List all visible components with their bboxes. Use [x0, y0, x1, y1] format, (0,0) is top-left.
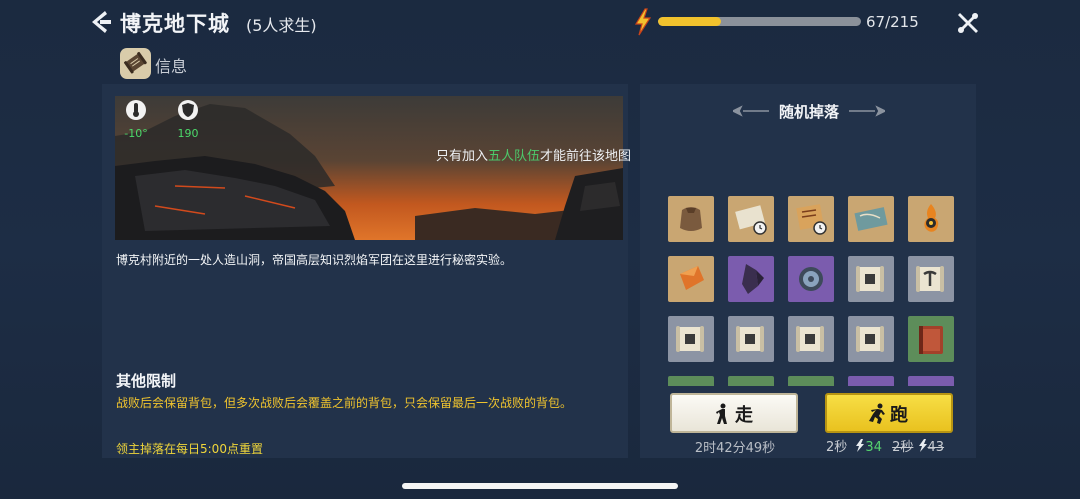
red-book-icon — [919, 326, 943, 354]
drop-item[interactable] — [848, 376, 894, 386]
gear-disc-icon — [799, 267, 823, 291]
recipe-scroll-icon — [856, 266, 884, 292]
flame-amulet-icon — [924, 204, 939, 232]
walk-label: 走 — [735, 405, 753, 426]
thermometer-icon — [126, 100, 146, 120]
notice-prefix: 只有加入 — [436, 149, 489, 164]
energy-bar-fill — [658, 17, 722, 26]
title-ornament-right-icon — [849, 105, 885, 117]
back-arrow-icon[interactable] — [88, 9, 112, 35]
recipe-scroll-icon — [796, 326, 824, 352]
run-button[interactable]: 跑 — [825, 393, 953, 433]
drop-item[interactable] — [908, 256, 954, 302]
tab-info-label: 信息 — [155, 57, 188, 76]
notice-highlight: 五人队伍 — [488, 149, 541, 164]
amber-crystal-icon — [680, 266, 704, 290]
energy-bolt-icon — [918, 439, 927, 452]
page-title: 博克地下城 — [120, 12, 230, 36]
run-old-duration: 2秒 — [892, 440, 914, 455]
drop-item[interactable] — [848, 256, 894, 302]
drop-item[interactable] — [788, 256, 834, 302]
run-cost-info: 2秒 34 2秒 43 — [826, 436, 944, 455]
blueprint-clock-icon — [735, 205, 767, 235]
run-duration: 2秒 — [826, 440, 848, 455]
energy-count: 67/215 — [866, 13, 919, 31]
walk-button[interactable]: 走 — [670, 393, 798, 433]
recipe-scroll-icon — [856, 326, 884, 352]
drop-item[interactable] — [848, 196, 894, 242]
defense-value: 190 — [177, 127, 199, 140]
notice-suffix: 才能前往该地图 — [540, 149, 632, 164]
drop-item[interactable] — [848, 316, 894, 362]
energy-bolt-icon — [856, 439, 865, 452]
map-scroll-clock-icon — [796, 204, 827, 235]
item-icon — [848, 376, 894, 386]
drop-item[interactable] — [728, 316, 774, 362]
item-icon — [788, 376, 834, 386]
page-subtitle: (5人求生) — [246, 16, 317, 35]
run-old-energy-cost: 43 — [927, 440, 945, 455]
drop-item[interactable] — [668, 196, 714, 242]
drop-item[interactable] — [788, 196, 834, 242]
item-icon — [908, 376, 954, 386]
energy-bar — [658, 17, 861, 26]
drop-item[interactable] — [908, 196, 954, 242]
home-indicator[interactable] — [402, 483, 678, 489]
drops-grid — [668, 196, 956, 386]
recipe-scroll-icon — [676, 326, 704, 352]
run-energy-cost: 34 — [865, 440, 882, 455]
item-icon — [668, 376, 714, 386]
map-description: 博克村附近的一处人造山洞，帝国高层知识烈焰军团在这里进行秘密实验。 — [116, 253, 513, 267]
energy-bolt-icon — [634, 8, 652, 36]
drops-header: 随机掉落 — [733, 100, 885, 122]
drop-item[interactable] — [668, 316, 714, 362]
leather-pouch-icon — [680, 207, 702, 231]
drop-item[interactable] — [908, 376, 954, 386]
drop-item[interactable] — [668, 256, 714, 302]
drop-item[interactable] — [908, 316, 954, 362]
drop-item[interactable] — [788, 376, 834, 386]
scroll-icon — [120, 48, 151, 79]
top-bar: 博克地下城 (5人求生) 67/215 — [0, 0, 1080, 46]
running-figure-icon — [869, 403, 885, 424]
drop-item[interactable] — [728, 196, 774, 242]
run-label: 跑 — [890, 405, 908, 426]
drop-item[interactable] — [728, 376, 774, 386]
dark-crystal-icon — [742, 264, 764, 294]
drop-item[interactable] — [788, 316, 834, 362]
defense-stat: 190 — [168, 98, 208, 140]
restrictions-title: 其他限制 — [116, 372, 177, 390]
drop-item[interactable] — [668, 376, 714, 386]
walk-duration: 2时42分49秒 — [694, 441, 776, 456]
temperature-value: -10° — [124, 127, 148, 140]
item-icon — [728, 376, 774, 386]
restrictions-text: 战败后会保留背包，但多次战败后会覆盖之前的背包，只会保留最后一次战败的背包。 — [116, 396, 573, 410]
temperature-stat: -10° — [116, 98, 156, 140]
close-icon[interactable] — [955, 10, 981, 36]
pickaxe-scroll-icon — [916, 266, 944, 292]
shield-icon — [178, 100, 198, 120]
treasure-map-icon — [854, 207, 888, 231]
drop-item[interactable] — [728, 256, 774, 302]
drop-reset-note: 领主掉落在每日5:00点重置 — [116, 442, 263, 456]
team-notice: 只有加入五人队伍才能前往该地图 — [436, 145, 631, 164]
walking-figure-icon — [716, 403, 727, 424]
recipe-scroll-icon — [736, 326, 764, 352]
